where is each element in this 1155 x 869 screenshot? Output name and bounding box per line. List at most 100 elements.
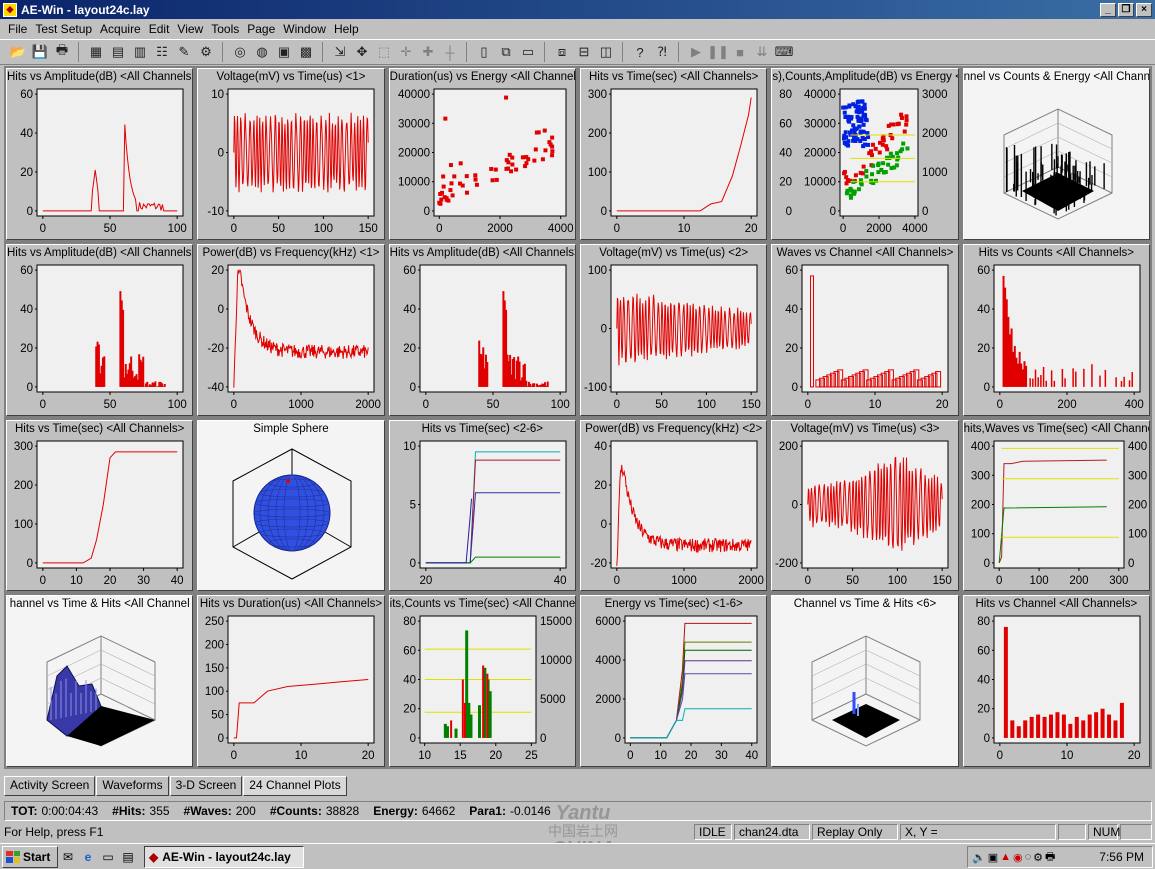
monitor-icon[interactable]: ▣ (274, 42, 294, 62)
menu-acquire[interactable]: Acquire (96, 22, 145, 36)
tab-24-channel-plots[interactable]: 24 Channel Plots (243, 776, 347, 796)
plot-panel[interactable]: Hits vs Amplitude(dB) <All Channels> 0 20 4… (6, 243, 194, 416)
pause-icon[interactable]: ❚❚ (707, 42, 729, 62)
cascade-icon[interactable]: ⧈ (552, 42, 572, 62)
network-icon[interactable]: ▣ (988, 851, 998, 864)
menu-test-setup[interactable]: Test Setup (31, 22, 96, 36)
plot-panel[interactable]: Energy vs Time(sec) <1-6> 0 2000 4000 6000 0 1… (579, 595, 768, 767)
channels-icon[interactable]: ☷ (152, 42, 172, 62)
menu-edit[interactable]: Edit (145, 22, 174, 36)
tray-tool-icon[interactable]: ⚙ (1033, 851, 1043, 864)
minimize-button[interactable]: _ (1100, 2, 1116, 17)
plot-panel[interactable]: hits,Waves vs Time(sec) <All Channels 0 10… (962, 419, 1150, 592)
x-tick-label: 0 (996, 750, 1002, 762)
quicklaunch-desktop-icon[interactable]: ▭ (98, 847, 118, 867)
tile-horizontal-icon[interactable]: ⊟ (574, 42, 594, 62)
tray-disk-icon[interactable]: ◌ (1025, 851, 1032, 863)
copy-page-icon[interactable]: ⧉ (496, 42, 516, 62)
stat-value: 0:00:04:43 (41, 804, 99, 818)
y-tick-label: 300 (970, 470, 989, 482)
plot-panel[interactable]: hannel vs Time & Hits <All Channel (6, 595, 194, 767)
antivirus-icon[interactable]: ◉ (1013, 851, 1023, 864)
crosshair-icon[interactable]: ┼ (440, 42, 460, 62)
zoom-box-icon[interactable]: ⬚ (374, 42, 394, 62)
plot-area (610, 88, 758, 217)
close-button[interactable]: × (1136, 2, 1152, 17)
plot-panel[interactable]: s),Counts,Amplitude(dB) vs Energy <All 0 1… (771, 68, 959, 240)
x-tick-label: 10 (869, 399, 882, 411)
y-right-tick-label: 0 (540, 733, 546, 745)
tools-icon[interactable]: ⚙ (196, 42, 216, 62)
tab-3-d-screen[interactable]: 3-D Screen (169, 776, 243, 796)
y-tick-label: 200 (588, 128, 607, 140)
tray-printer-icon[interactable]: 🖶 (1045, 848, 1055, 867)
open-icon[interactable]: 📂 (8, 42, 28, 62)
layout-icon[interactable]: ▤ (108, 42, 128, 62)
menu-file[interactable]: File (4, 22, 31, 36)
plot-panel[interactable]: nnel vs Counts & Energy <All Chann (962, 68, 1150, 240)
plot-panel[interactable]: Power(dB) vs Frequency(kHz) <2> -20 0 20 40 0… (579, 419, 768, 592)
print-icon[interactable]: 🖶 (52, 42, 72, 62)
menu-help[interactable]: Help (330, 22, 363, 36)
zoom-in-icon[interactable]: ✛ (396, 42, 416, 62)
taskbar-item-aewin[interactable]: ◆ AE-Win - layout24c.lay (144, 845, 304, 868)
stop-icon[interactable]: ■ (730, 42, 750, 62)
tab-activity-screen[interactable]: Activity Screen (4, 776, 96, 796)
graph-icon[interactable]: ▥ (130, 42, 150, 62)
y-tick-label: 6000 (595, 616, 621, 628)
volume-icon[interactable]: 🔈 (972, 851, 986, 864)
plot-panel[interactable]: Waves vs Channel <All Channels> 0 20 40 60 0 1… (771, 243, 959, 416)
y-tick-label: 20 (403, 704, 416, 716)
quicklaunch-ie-icon[interactable]: e (78, 847, 98, 867)
plot-panel[interactable]: Hits vs Counts <All Channels> 0 20 40 60 0 200… (962, 243, 1150, 416)
plot-panel[interactable]: Hits vs Time(sec) <All Channels> 0 100 200 3… (6, 419, 194, 592)
tile-vertical-icon[interactable]: ◫ (596, 42, 616, 62)
calendar-icon[interactable]: ▩ (296, 42, 316, 62)
plot-panel[interactable]: Hits vs Amplitude(dB) <All Channels> 0 20 4… (388, 243, 576, 416)
filter-icon[interactable]: ✎ (174, 42, 194, 62)
plot-panel[interactable]: its,Counts vs Time(sec) <All Channels 0 20… (388, 595, 576, 767)
target-icon[interactable]: ◎ (230, 42, 250, 62)
page-icon[interactable]: ▭ (518, 42, 538, 62)
board-icon[interactable]: ▦ (86, 42, 106, 62)
plot-panel[interactable]: Hits vs Amplitude(dB) <All Channels> 0 20 4… (6, 68, 194, 240)
keyboard-icon[interactable]: ⌨ (774, 42, 794, 62)
start-button[interactable]: Start (2, 845, 58, 868)
quicklaunch-app-icon[interactable]: ▤ (118, 847, 138, 867)
new-page-icon[interactable]: ▯ (474, 42, 494, 62)
plot-panel[interactable]: Voltage(mV) vs Time(us) <1> -10 0 10 0 50 100 1… (197, 68, 385, 240)
point (540, 157, 545, 162)
context-help-icon[interactable]: ⁈ (652, 42, 672, 62)
move-icon[interactable]: ✥ (352, 42, 372, 62)
plot-panel[interactable]: Hits vs Duration(us) <All Channels> 0 50 10… (197, 595, 385, 767)
app-icon[interactable]: ◆ (3, 2, 17, 17)
plot-panel[interactable]: Voltage(mV) vs Time(us) <2> -100 0 100 0 50 10… (579, 243, 768, 416)
save-icon[interactable]: 💾 (30, 42, 50, 62)
plot-panel[interactable]: Voltage(mV) vs Time(us) <3> -200 0 200 0 50 10… (771, 419, 959, 592)
plot-panel[interactable]: Simple Sphere (197, 419, 385, 592)
plot-panel[interactable]: Hits vs Time(sec) <All Channels> 0 100 200 3… (579, 68, 768, 240)
menu-page[interactable]: Page (243, 22, 279, 36)
restore-button[interactable]: ❐ (1118, 2, 1134, 17)
menu-window[interactable]: Window (279, 22, 330, 36)
y-tick-label: 150 (205, 663, 224, 675)
zoom-out-icon[interactable]: ✚ (418, 42, 438, 62)
plot-panel[interactable]: Hits vs Channel <All Channels> 0 20 40 60 80 0… (962, 595, 1150, 767)
plot-panel[interactable]: Channel vs Time & Hits <6> (771, 595, 959, 767)
plot-panel[interactable]: Duration(us) vs Energy <All Channels> 0 10… (388, 68, 576, 240)
tray-app-icon[interactable]: ▲ (1000, 851, 1011, 863)
point (549, 153, 554, 158)
help-icon[interactable]: ? (630, 42, 650, 62)
quicklaunch-outlook-icon[interactable]: ✉ (58, 847, 78, 867)
sphere-icon[interactable]: ◍ (252, 42, 272, 62)
y-tick-label: 100 (14, 518, 33, 530)
plot-panel[interactable]: Hits vs Time(sec) <2-6> 0 5 10 20 40 (388, 419, 576, 592)
tab-waveforms[interactable]: Waveforms (96, 776, 169, 796)
menu-view[interactable]: View (173, 22, 207, 36)
plot-svg: 0 20 40 60 0 50 100 (20, 88, 187, 235)
cursor-icon[interactable]: ⇲ (330, 42, 350, 62)
menu-tools[interactable]: Tools (207, 22, 243, 36)
plot-panel[interactable]: Power(dB) vs Frequency(kHz) <1> -40 -20 0 20… (197, 243, 385, 416)
step-icon[interactable]: ⇊ (752, 42, 772, 62)
play-icon[interactable]: ▶ (686, 42, 706, 62)
